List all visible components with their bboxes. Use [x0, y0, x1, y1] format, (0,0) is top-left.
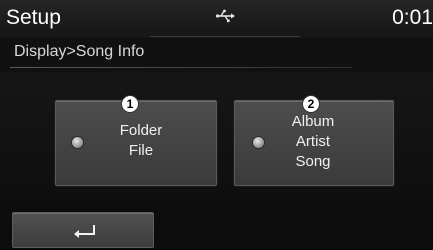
option-folder-file-button[interactable]: Folder File: [55, 100, 217, 186]
back-button[interactable]: [12, 212, 154, 248]
radio-indicator-icon: [72, 137, 83, 148]
option-label: Folder File: [106, 121, 176, 161]
option-line: Artist: [295, 133, 331, 150]
breadcrumb: Display>Song Info: [14, 43, 145, 60]
option-album-artist-song-button[interactable]: Album Artist Song: [234, 100, 394, 186]
option-line: Song: [295, 153, 331, 170]
usb-icon: [216, 9, 235, 23]
breadcrumb-divider: [10, 67, 352, 68]
callout-badge: 2: [302, 95, 320, 113]
back-arrow-icon: [74, 225, 95, 238]
header-divider: [150, 36, 300, 37]
option-line: File: [128, 142, 154, 159]
option-line: Folder: [119, 122, 163, 139]
header-bar: Setup 0:01: [0, 0, 433, 38]
clock: 0:01: [392, 6, 433, 29]
option-label: Album Artist Song: [277, 112, 349, 172]
setup-screen: Setup 0:01 Display>Song Info Folder File…: [0, 0, 433, 250]
page-title: Setup: [6, 6, 61, 29]
callout-badge: 1: [121, 95, 139, 113]
radio-indicator-icon: [253, 137, 264, 148]
option-line: Album: [291, 113, 335, 130]
